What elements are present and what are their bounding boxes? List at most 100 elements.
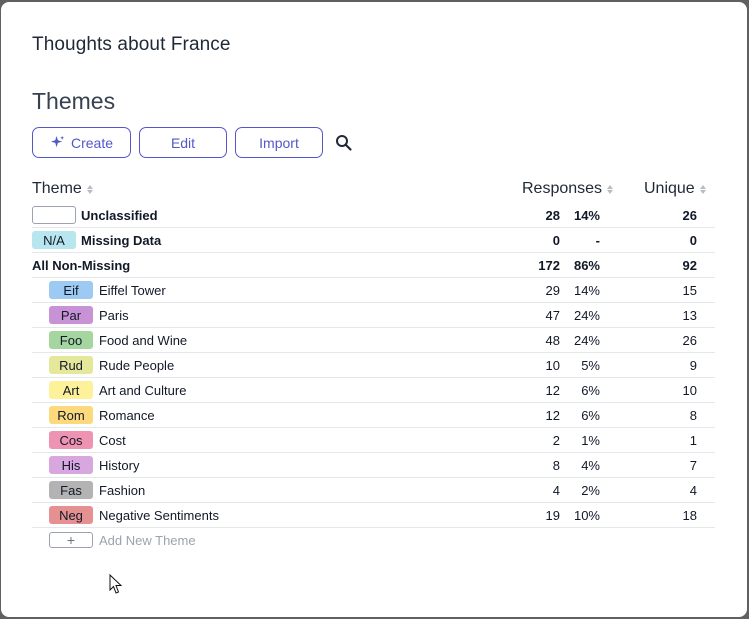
theme-row[interactable]: Foo Food and Wine 48 24% 26 <box>32 328 715 353</box>
row-unclassified[interactable]: Unclassified 28 14% 26 <box>32 203 715 228</box>
create-button-label: Create <box>70 134 114 151</box>
responses-count: 12 <box>545 383 560 398</box>
theme-name: Negative Sentiments <box>99 508 219 523</box>
theme-chip: His <box>49 456 93 474</box>
unique-count: 92 <box>682 258 697 273</box>
theme-row[interactable]: Eif Eiffel Tower 29 14% 15 <box>32 278 715 303</box>
theme-chip: Cos <box>49 431 93 449</box>
column-header-theme-label: Theme <box>32 180 82 197</box>
responses-count: 12 <box>545 408 560 423</box>
theme-name: Rude People <box>99 358 175 373</box>
responses-count: 29 <box>545 283 560 298</box>
responses-percent: 10% <box>573 508 600 523</box>
section-title: Themes <box>32 88 116 114</box>
unique-count: 18 <box>682 508 697 523</box>
unique-count: 15 <box>682 283 697 298</box>
import-button[interactable]: Import <box>235 127 323 158</box>
theme-name: Fashion <box>99 483 146 498</box>
column-header-unique-label: Unique <box>644 180 695 197</box>
theme-chip <box>32 206 76 224</box>
unique-count: 7 <box>689 458 697 473</box>
responses-percent: - <box>595 233 600 248</box>
row-all-non-missing[interactable]: All Non-Missing 172 86% 92 <box>32 253 715 278</box>
responses-percent: 86% <box>573 258 600 273</box>
responses-count: 0 <box>552 233 560 248</box>
page-title: Thoughts about France <box>32 34 231 55</box>
themes-table: Unclassified 28 14% 26 N/A Missing Data … <box>32 203 715 552</box>
edit-button-label: Edit <box>170 134 196 151</box>
responses-count: 172 <box>538 258 560 273</box>
theme-chip: Rud <box>49 356 93 374</box>
responses-percent: 6% <box>581 383 600 398</box>
responses-percent: 6% <box>581 408 600 423</box>
unique-count: 26 <box>682 333 697 348</box>
theme-row[interactable]: Rud Rude People 10 5% 9 <box>32 353 715 378</box>
sparkle-icon <box>50 135 65 148</box>
theme-chip: Eif <box>49 281 93 299</box>
responses-percent: 14% <box>573 208 600 223</box>
responses-percent: 24% <box>573 333 600 348</box>
theme-chip: Foo <box>49 331 93 349</box>
unique-count: 13 <box>682 308 697 323</box>
row-label: Missing Data <box>81 233 162 248</box>
column-header-responses-label: Responses <box>522 180 603 197</box>
sort-icon <box>86 184 93 194</box>
theme-list: Eif Eiffel Tower 29 14% 15 Par Paris 47 24% 13 Foo… <box>32 278 715 528</box>
theme-chip: Neg <box>49 506 93 524</box>
mouse-pointer-icon <box>109 574 123 594</box>
unique-count: 8 <box>689 408 697 423</box>
theme-chip: Rom <box>49 406 93 424</box>
theme-name: Cost <box>99 433 126 448</box>
theme-name: History <box>99 458 140 473</box>
add-theme-row[interactable]: + Add New Theme <box>32 528 715 552</box>
unique-count: 26 <box>682 208 697 223</box>
search-button[interactable] <box>335 134 353 152</box>
add-theme-button[interactable]: + <box>49 532 93 548</box>
edit-button[interactable]: Edit <box>139 127 227 158</box>
theme-name: Eiffel Tower <box>99 283 166 298</box>
theme-row[interactable]: Par Paris 47 24% 13 <box>32 303 715 328</box>
responses-percent: 24% <box>573 308 600 323</box>
theme-name: Romance <box>99 408 155 423</box>
responses-percent: 14% <box>573 283 600 298</box>
responses-percent: 1% <box>581 433 600 448</box>
unique-count: 9 <box>689 358 697 373</box>
theme-row[interactable]: Cos Cost 2 1% 1 <box>32 428 715 453</box>
unique-count: 0 <box>689 233 697 248</box>
theme-chip: Par <box>49 306 93 324</box>
responses-count: 10 <box>545 358 560 373</box>
import-button-label: Import <box>259 134 299 151</box>
search-icon <box>336 134 352 151</box>
sort-icon <box>699 184 706 194</box>
unique-count: 10 <box>682 383 697 398</box>
responses-count: 8 <box>552 458 560 473</box>
theme-chip: Art <box>49 381 93 399</box>
theme-row[interactable]: Fas Fashion 4 2% 4 <box>32 478 715 503</box>
row-label: All Non-Missing <box>32 258 131 273</box>
responses-percent: 4% <box>581 458 600 473</box>
sort-icon <box>607 184 614 194</box>
unique-count: 1 <box>689 433 697 448</box>
responses-count: 4 <box>552 483 560 498</box>
theme-row[interactable]: His History 8 4% 7 <box>32 453 715 478</box>
theme-name: Paris <box>99 308 129 323</box>
responses-percent: 5% <box>581 358 600 373</box>
row-label: Unclassified <box>81 208 158 223</box>
theme-chip: Fas <box>49 481 93 499</box>
responses-percent: 2% <box>581 483 600 498</box>
theme-row[interactable]: Neg Negative Sentiments 19 10% 18 <box>32 503 715 528</box>
theme-row[interactable]: Rom Romance 12 6% 8 <box>32 403 715 428</box>
create-button[interactable]: Create <box>32 127 131 158</box>
unique-count: 4 <box>689 483 697 498</box>
column-header-unique[interactable]: Unique <box>644 177 706 201</box>
toolbar: Create Edit Import <box>32 127 353 158</box>
column-header-responses[interactable]: Responses <box>522 177 614 201</box>
row-missing-data[interactable]: N/A Missing Data 0 - 0 <box>32 228 715 253</box>
add-theme-label[interactable]: Add New Theme <box>99 533 196 548</box>
theme-chip: N/A <box>32 231 76 249</box>
responses-count: 47 <box>545 308 560 323</box>
theme-row[interactable]: Art Art and Culture 12 6% 10 <box>32 378 715 403</box>
responses-count: 19 <box>545 508 560 523</box>
column-header-theme[interactable]: Theme <box>32 177 93 201</box>
themes-panel: Thoughts about France Themes Create Edit… <box>1 2 747 617</box>
